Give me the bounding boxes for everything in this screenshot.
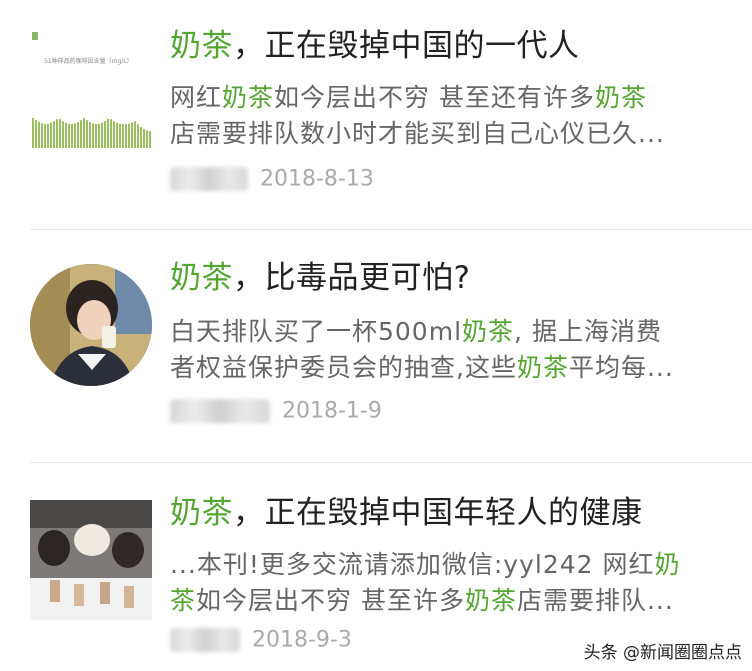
thumb-bar xyxy=(32,118,34,148)
snippet-text: 平均每... xyxy=(568,353,674,382)
snippet-line-2: 店需要排队数小时才能买到自己心仪已久... xyxy=(170,116,730,152)
title-text: ，正在毁掉中国的一代人 xyxy=(233,28,580,64)
thumb-bar xyxy=(143,129,145,148)
thumb-bar xyxy=(149,130,151,148)
article-meta: 2018-8-13 xyxy=(170,166,374,192)
thumb-bar xyxy=(65,122,67,148)
snippet-text: 者权益保护委员会的抽查,这些 xyxy=(170,353,517,382)
snippet-keyword: 奶茶 xyxy=(464,586,517,615)
thumb-bar xyxy=(80,120,82,148)
thumb-bar xyxy=(77,122,79,148)
thumb-bar xyxy=(38,122,40,148)
thumb-bar xyxy=(125,124,127,148)
thumb-bar xyxy=(53,121,55,148)
thumb-bar xyxy=(41,123,43,148)
thumb-bar xyxy=(47,123,49,148)
snippet-line-1: 白天排队买了一杯500ml奶茶, 据上海消费 xyxy=(170,314,730,350)
source-watermark: 头条 @新闻圈圈点点 xyxy=(583,643,742,663)
publish-date: 2018-1-9 xyxy=(282,398,382,424)
thumb-bar xyxy=(107,119,109,148)
thumb-bar xyxy=(89,122,91,148)
article-title[interactable]: 奶茶，比毒品更可怕? xyxy=(170,258,470,298)
thumb-bar xyxy=(44,123,46,148)
snippet-text: 如今层出不穷 甚至许多 xyxy=(196,586,465,615)
article-title[interactable]: 奶茶，正在毁掉中国的一代人 xyxy=(170,26,580,66)
title-keyword: 奶茶 xyxy=(170,28,233,64)
snippet-text: ...本刊!更多交流请添加微信:yyl242 网红 xyxy=(170,550,655,579)
thumb-bar xyxy=(56,119,58,148)
caffeine-chart-image: 51种样品的咖啡因含量（mg/L） xyxy=(32,32,151,148)
snippet-line-2: 茶如今层出不穷 甚至许多奶茶店需要排队... xyxy=(170,583,730,619)
publish-date: 2018-9-3 xyxy=(252,627,352,653)
snippet-keyword: 奶茶 xyxy=(462,317,515,346)
thumb-chart-label: 51种样品的咖啡因含量（mg/L） xyxy=(44,57,133,65)
thumb-bar xyxy=(146,130,148,148)
snippet-text: 网红 xyxy=(170,83,223,112)
article-card-1[interactable]: 51种样品的咖啡因含量（mg/L） 奶茶，正在毁掉中国的一代人 网红奶茶如今层出… xyxy=(0,0,752,230)
article-thumbnail-photo xyxy=(30,500,152,620)
article-title[interactable]: 奶茶，正在毁掉中国年轻人的健康 xyxy=(170,493,643,533)
snippet-line-1: 网红奶茶如今层出不穷 甚至还有许多奶茶 xyxy=(170,80,730,116)
blurred-source-name xyxy=(170,399,270,423)
snippet-text: 如今层出不穷 甚至还有许多 xyxy=(274,83,595,112)
article-snippet: ...本刊!更多交流请添加微信:yyl242 网红奶 茶如今层出不穷 甚至许多奶… xyxy=(170,547,730,619)
thumb-bar xyxy=(86,120,88,148)
thumb-bar xyxy=(122,123,124,148)
title-text: ，正在毁掉中国年轻人的健康 xyxy=(233,495,643,531)
snippet-keyword: 奶 xyxy=(654,550,681,579)
thumb-bar xyxy=(83,118,85,148)
thumb-bar xyxy=(104,121,106,148)
title-keyword: 奶茶 xyxy=(170,495,233,531)
thumb-bar xyxy=(128,123,130,148)
thumb-bar xyxy=(35,120,37,148)
thumb-bar xyxy=(95,123,97,148)
thumb-bar xyxy=(62,121,64,148)
title-text: ，比毒品更可怕? xyxy=(233,260,471,296)
thumb-bar xyxy=(113,121,115,148)
blurred-source-name xyxy=(170,628,240,652)
thumb-bar xyxy=(116,122,118,148)
thumb-bar xyxy=(131,122,133,148)
snippet-line-2: 者权益保护委员会的抽查,这些奶茶平均每... xyxy=(170,350,730,386)
thumb-bar xyxy=(110,119,112,148)
snippet-keyword: 奶茶 xyxy=(594,83,647,112)
snippet-keyword: 奶茶 xyxy=(222,83,275,112)
thumb-bar xyxy=(101,122,103,148)
article-meta: 2018-1-9 xyxy=(170,398,382,424)
publish-date: 2018-8-13 xyxy=(260,166,374,192)
blurred-source-name xyxy=(170,167,248,191)
title-keyword: 奶茶 xyxy=(170,260,233,296)
article-card-2[interactable]: 奶茶，比毒品更可怕? 白天排队买了一杯500ml奶茶, 据上海消费 者权益保护委… xyxy=(0,230,752,462)
thumb-bar xyxy=(137,124,139,148)
snippet-keyword: 茶 xyxy=(170,586,197,615)
thumb-bar xyxy=(140,126,142,148)
snippet-text: 店需要排队数小时才能买到自己心仪已久... xyxy=(170,119,665,148)
snippet-keyword: 奶茶 xyxy=(516,353,569,382)
article-meta: 2018-9-3 xyxy=(170,627,352,653)
article-thumbnail-avatar xyxy=(30,264,152,386)
thumb-bar xyxy=(134,121,136,148)
thumb-bar xyxy=(68,123,70,148)
snippet-text: 店需要排队... xyxy=(516,586,674,615)
thumb-bar xyxy=(71,123,73,148)
snippet-text: 白天排队买了一杯500ml xyxy=(170,317,463,346)
article-thumbnail-chart: 51种样品的咖啡因含量（mg/L） xyxy=(30,30,152,152)
thumb-bar xyxy=(119,123,121,148)
snippet-text: , 据上海消费 xyxy=(514,317,662,346)
article-snippet: 白天排队买了一杯500ml奶茶, 据上海消费 者权益保护委员会的抽查,这些奶茶平… xyxy=(170,314,730,386)
thumb-bar xyxy=(59,119,61,148)
person-drinking-photo xyxy=(30,264,152,386)
snippet-line-1: ...本刊!更多交流请添加微信:yyl242 网红奶 xyxy=(170,547,730,583)
thumb-bar xyxy=(98,123,100,148)
thumb-bar xyxy=(92,123,94,148)
article-snippet: 网红奶茶如今层出不穷 甚至还有许多奶茶 店需要排队数小时才能买到自己心仪已久..… xyxy=(170,80,730,152)
people-drinking-tea-photo xyxy=(30,500,152,620)
thumb-bar xyxy=(50,122,52,148)
thumb-bar xyxy=(74,123,76,148)
